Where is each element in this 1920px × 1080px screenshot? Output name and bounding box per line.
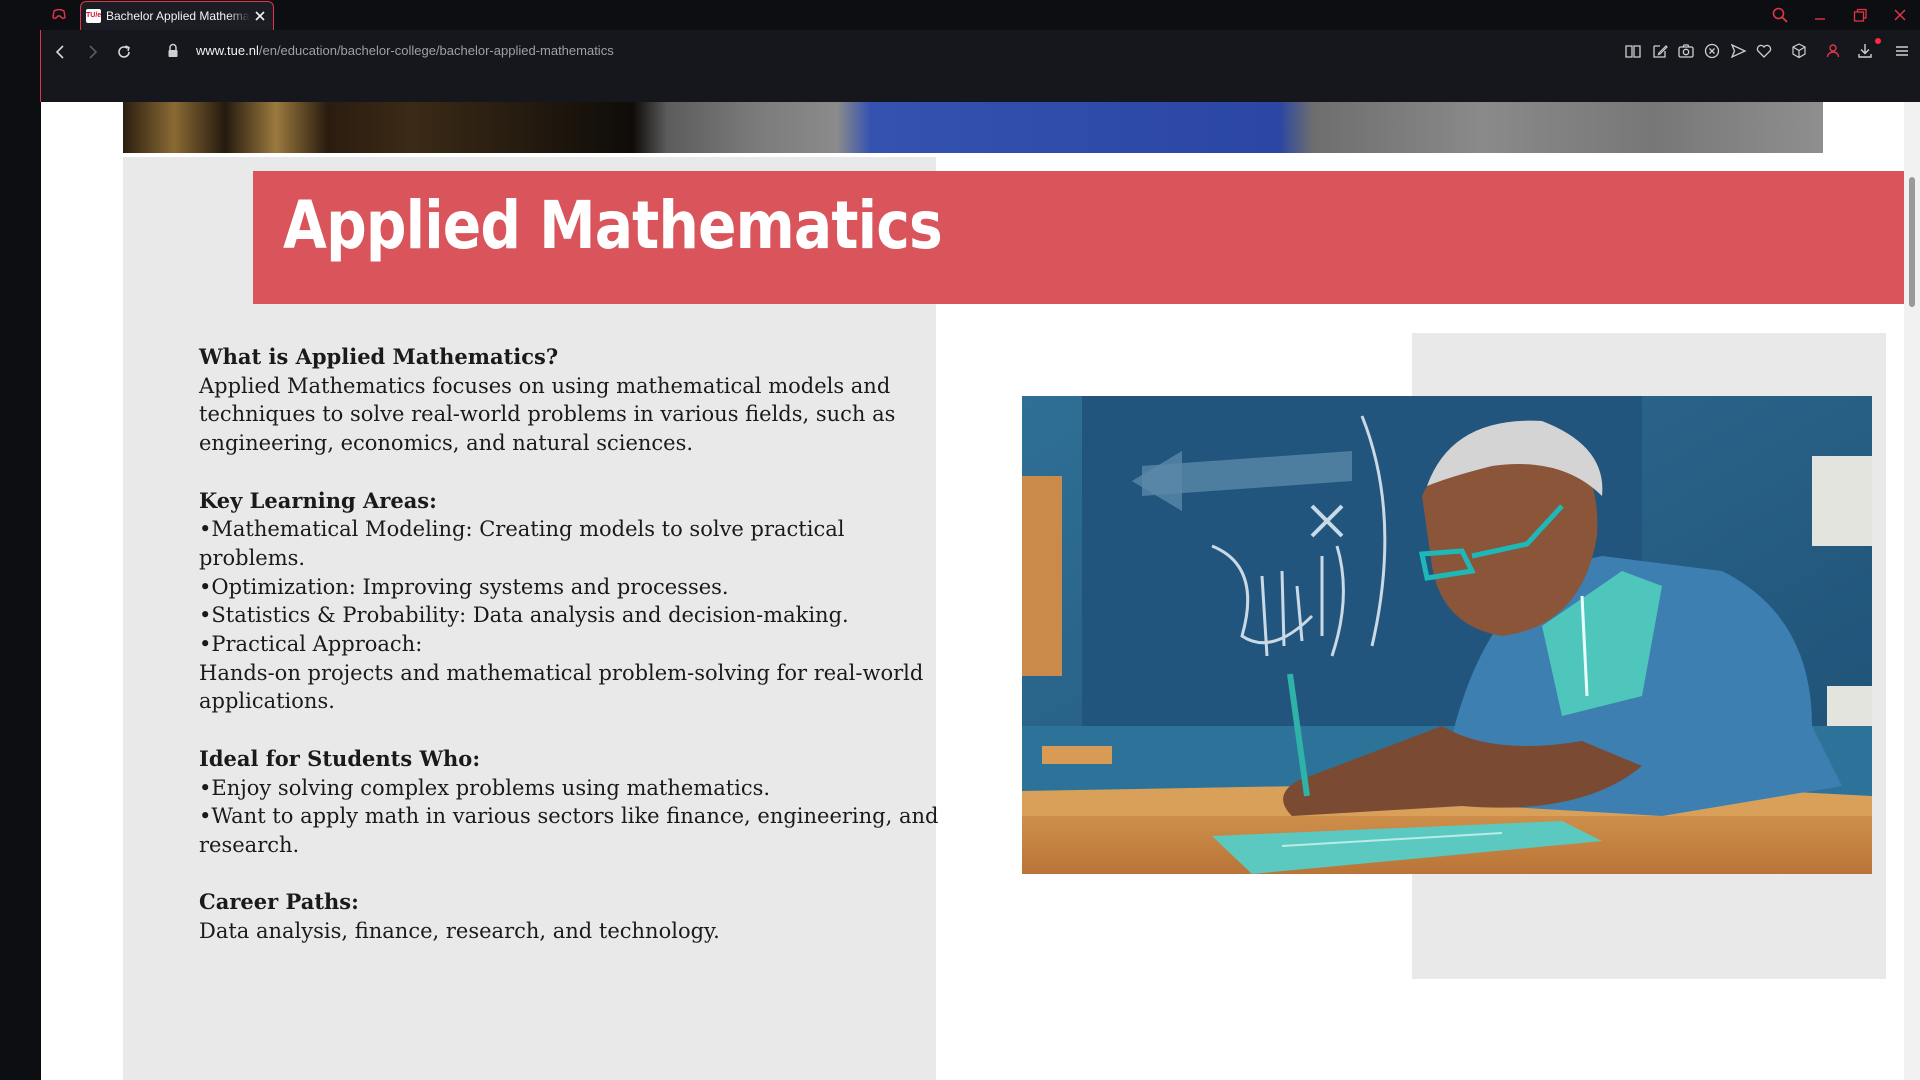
heart-icon[interactable] bbox=[1755, 42, 1773, 60]
list-item: •Want to apply math in various sectors l… bbox=[199, 804, 939, 829]
list-item: •Statistics & Probability: Data analysis… bbox=[199, 603, 849, 628]
text-line: applications. bbox=[199, 689, 335, 714]
section-what: What is Applied Mathematics? Applied Mat… bbox=[199, 343, 939, 458]
url-domain: www.tue.nl bbox=[196, 43, 259, 58]
text-line: Applied Mathematics focuses on using mat… bbox=[199, 373, 891, 398]
section-career: Career Paths: Data analysis, finance, re… bbox=[199, 888, 939, 945]
text-line: Data analysis, finance, research, and te… bbox=[199, 919, 720, 944]
browser-window: TU/e Bachelor Applied Mathematics bbox=[0, 0, 1920, 1080]
back-icon[interactable] bbox=[51, 42, 71, 62]
notification-badge bbox=[1875, 38, 1881, 44]
download-icon[interactable] bbox=[1856, 42, 1874, 60]
tab-close-icon[interactable] bbox=[253, 9, 267, 23]
forward-icon[interactable] bbox=[82, 42, 102, 62]
heading-learning: Key Learning Areas: bbox=[199, 487, 437, 513]
list-item: •Optimization: Improving systems and pro… bbox=[199, 574, 729, 599]
vertical-scrollbar[interactable] bbox=[1904, 102, 1920, 1080]
url-path: /en/education/bachelor-college/bachelor-… bbox=[258, 43, 614, 58]
heading-ideal: Ideal for Students Who: bbox=[199, 745, 481, 771]
send-icon[interactable] bbox=[1729, 42, 1747, 60]
sidebar bbox=[0, 30, 40, 1080]
list-item: •Enjoy solving complex problems using ma… bbox=[199, 775, 771, 800]
profile-icon[interactable] bbox=[1824, 42, 1842, 60]
box-icon[interactable] bbox=[1790, 42, 1808, 60]
title-banner: Applied Mathematics bbox=[253, 171, 1904, 304]
address-bar: www.tue.nl/en/education/bachelor-college… bbox=[40, 30, 1920, 102]
search-icon[interactable] bbox=[1771, 6, 1789, 24]
adblock-icon[interactable] bbox=[1703, 42, 1721, 60]
tab-title: Bachelor Applied Mathematics bbox=[106, 9, 250, 23]
reader-mode-icon[interactable] bbox=[1624, 42, 1642, 60]
scrollbar-thumb[interactable] bbox=[1909, 177, 1915, 307]
hero-image bbox=[123, 102, 1823, 153]
url-field[interactable]: www.tue.nl/en/education/bachelor-college… bbox=[196, 43, 614, 58]
text-line: research. bbox=[199, 832, 300, 857]
page-title: Applied Mathematics bbox=[283, 187, 943, 264]
section-learning: Key Learning Areas: •Mathematical Modeli… bbox=[199, 487, 939, 717]
menu-icon[interactable] bbox=[1893, 42, 1911, 60]
text-line: Hands-on projects and mathematical probl… bbox=[199, 660, 924, 685]
list-item: •Practical Approach: bbox=[199, 632, 423, 657]
text-line: techniques to solve real-world problems … bbox=[199, 402, 896, 427]
program-description: What is Applied Mathematics? Applied Mat… bbox=[199, 343, 939, 974]
camera-icon[interactable] bbox=[1677, 42, 1695, 60]
heading-what: What is Applied Mathematics? bbox=[199, 344, 559, 369]
gx-control-icon[interactable] bbox=[52, 9, 66, 20]
restore-icon[interactable] bbox=[1851, 6, 1869, 24]
close-window-icon[interactable] bbox=[1891, 6, 1909, 24]
section-ideal: Ideal for Students Who: •Enjoy solving c… bbox=[199, 745, 939, 860]
reload-icon[interactable] bbox=[114, 42, 134, 62]
list-item: •Mathematical Modeling: Creating models … bbox=[199, 517, 845, 570]
lock-icon[interactable] bbox=[166, 43, 180, 59]
edit-icon[interactable] bbox=[1651, 42, 1669, 60]
tab-active[interactable]: TU/e Bachelor Applied Mathematics bbox=[80, 1, 274, 30]
tue-favicon-icon: TU/e bbox=[86, 9, 101, 23]
web-page: Applied Mathematics What is Applied Math… bbox=[41, 102, 1904, 1080]
minimize-icon[interactable] bbox=[1811, 6, 1829, 24]
text-line: engineering, economics, and natural scie… bbox=[199, 431, 694, 456]
tab-strip: TU/e Bachelor Applied Mathematics bbox=[0, 0, 1920, 30]
student-illustration bbox=[1022, 396, 1872, 874]
heading-career: Career Paths: bbox=[199, 889, 359, 915]
